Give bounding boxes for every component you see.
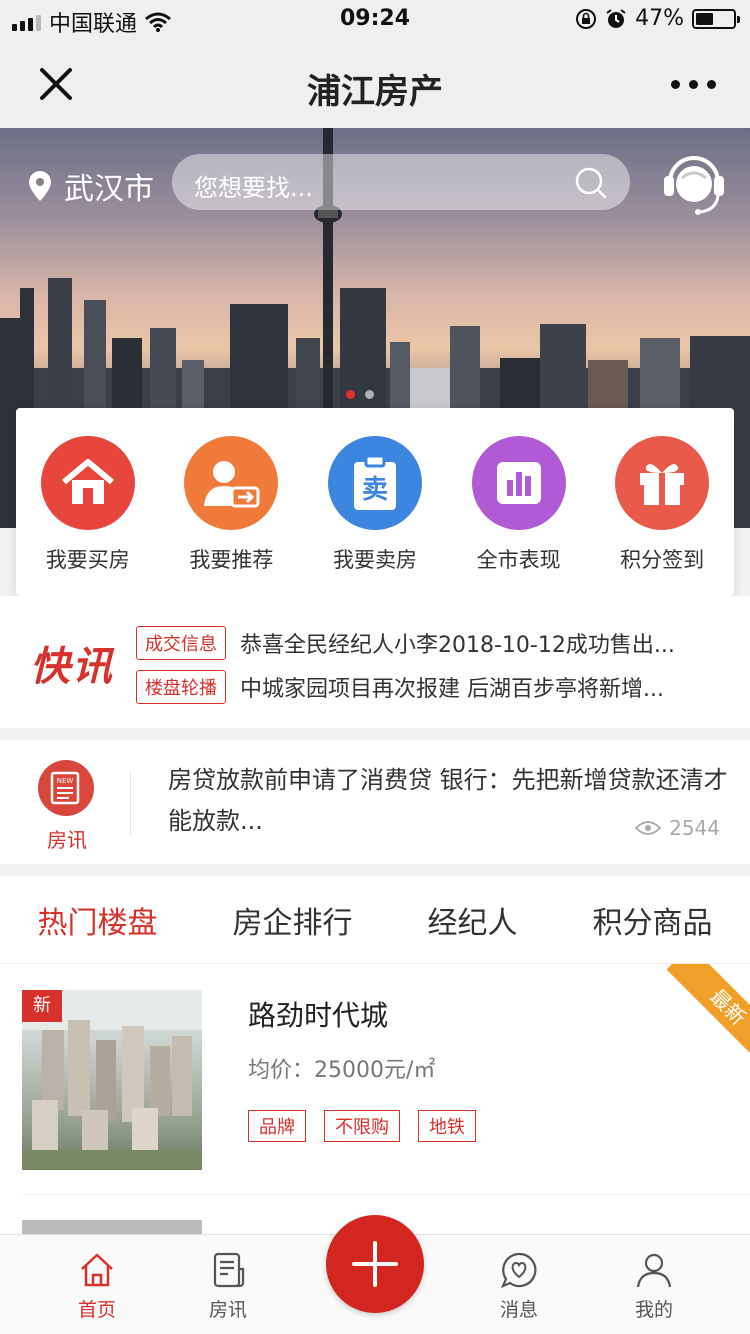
tab-points-mall[interactable]: 积分商品 — [589, 898, 717, 942]
bottom-nav: 首页 房讯 消息 我的 — [0, 1215, 750, 1334]
property-tag: 不限购 — [324, 1110, 400, 1142]
city-label: 武汉市 — [64, 172, 154, 207]
menu-checkin[interactable]: 积分签到 — [590, 408, 734, 596]
view-count: 2544 — [635, 816, 720, 840]
new-badge: 新 — [22, 990, 62, 1022]
home-icon — [81, 1253, 113, 1287]
alarm-icon — [606, 8, 626, 28]
carousel-indicator — [346, 390, 374, 399]
rotation-lock-icon — [576, 8, 597, 29]
property-price: 均价：25000元/㎡ — [248, 1058, 436, 1083]
property-image: 新 — [22, 990, 202, 1170]
refer-icon — [184, 436, 279, 530]
location-selector[interactable]: 武汉市 — [26, 164, 154, 208]
property-list: 新 路劲时代城 均价：25000元/㎡ 品牌 不限购 地铁 最新 — [0, 964, 750, 1234]
nav-label: 我的 — [634, 1299, 673, 1321]
property-image[interactable] — [22, 1220, 202, 1234]
page-title: 浦江房产 — [307, 72, 443, 112]
house-icon — [40, 436, 135, 530]
menu-market[interactable]: 全市表现 — [447, 408, 591, 596]
news-flash: 快讯 成交信息 恭喜全民经纪人小李2018-10-12成功售出... 楼盘轮播 … — [0, 596, 750, 728]
svg-text:NEW: NEW — [57, 777, 74, 785]
house-news-card[interactable]: NEW 房讯 房贷放款前申请了消费贷 银行：先把新增贷款还清才能放款... 25… — [0, 740, 750, 864]
nav-label: 消息 — [499, 1299, 538, 1321]
property-tags: 品牌 不限购 地铁 — [248, 1110, 476, 1142]
svg-text:卖: 卖 — [362, 475, 388, 505]
nav-label: 首页 — [77, 1299, 116, 1321]
message-icon — [500, 1252, 537, 1289]
flash-text: 中城家园项目再次报建 后湖百步亭将新增... — [240, 677, 664, 702]
search-icon[interactable] — [574, 166, 608, 200]
newspaper-icon: NEW — [38, 760, 94, 816]
ribbon-label: 最新 — [666, 964, 750, 1060]
divider — [130, 770, 131, 836]
category-tabs: 热门楼盘 房企排行 经纪人 积分商品 — [0, 876, 750, 964]
nav-messages[interactable]: 消息 — [469, 1251, 569, 1322]
flash-tag: 成交信息 — [136, 626, 226, 660]
property-tag: 地铁 — [418, 1110, 476, 1142]
latest-ribbon: 最新 — [654, 964, 750, 1060]
user-icon — [636, 1253, 672, 1288]
plus-icon — [352, 1241, 398, 1287]
status-bar: 中国联通 09:24 47% — [0, 0, 750, 40]
flash-text: 恭喜全民经纪人小李2018-10-12成功售出... — [240, 633, 675, 658]
menu-sell-house[interactable]: 卖 我要卖房 — [303, 408, 447, 596]
house-news-label: 房讯 — [47, 828, 87, 852]
status-right: 47% — [575, 6, 740, 31]
search-placeholder: 您想要找... — [194, 174, 313, 202]
menu-label: 积分签到 — [620, 548, 705, 572]
nav-mine[interactable]: 我的 — [604, 1251, 704, 1322]
property-tag: 品牌 — [248, 1110, 306, 1142]
search-input[interactable]: 您想要找... — [172, 154, 630, 210]
nav-label: 房讯 — [208, 1299, 247, 1321]
battery-percent: 47% — [635, 6, 684, 31]
flash-item[interactable]: 成交信息 恭喜全民经纪人小李2018-10-12成功售出... — [136, 626, 700, 660]
add-button[interactable] — [326, 1215, 424, 1313]
nav-news[interactable]: 房讯 — [178, 1251, 278, 1322]
flash-item[interactable]: 楼盘轮播 中城家园项目再次报建 后湖百步亭将新增... — [136, 670, 700, 704]
menu-buy-house[interactable]: 我要买房 — [16, 408, 160, 596]
flash-logo: 快讯 — [30, 644, 114, 690]
menu-label: 我要卖房 — [332, 548, 417, 572]
flash-tag: 楼盘轮播 — [136, 670, 226, 704]
tab-developer-ranking[interactable]: 房企排行 — [229, 898, 357, 942]
battery-icon — [692, 8, 740, 29]
menu-label: 全市表现 — [476, 548, 561, 572]
menu-recommend[interactable]: 我要推荐 — [160, 408, 304, 596]
menu-label: 我要买房 — [45, 548, 130, 572]
more-icon[interactable] — [671, 80, 716, 89]
eye-icon — [635, 821, 662, 835]
nav-bar: 浦江房产 — [0, 40, 750, 128]
sell-icon: 卖 — [327, 436, 422, 530]
divider — [22, 1194, 750, 1195]
menu-label: 我要推荐 — [189, 548, 274, 572]
quick-menu: 我要买房 我要推荐 卖 我要卖房 全市表现 积分签到 — [16, 408, 734, 596]
location-pin-icon — [29, 171, 51, 201]
document-icon — [213, 1252, 245, 1288]
nav-home[interactable]: 首页 — [47, 1251, 147, 1322]
property-name: 路劲时代城 — [248, 999, 389, 1032]
tab-hot-properties[interactable]: 热门楼盘 — [34, 898, 162, 942]
gift-icon — [615, 436, 710, 530]
chart-icon — [471, 436, 566, 530]
customer-service-icon[interactable] — [660, 148, 728, 218]
view-count-value: 2544 — [669, 816, 720, 840]
tab-agents[interactable]: 经纪人 — [424, 898, 522, 942]
